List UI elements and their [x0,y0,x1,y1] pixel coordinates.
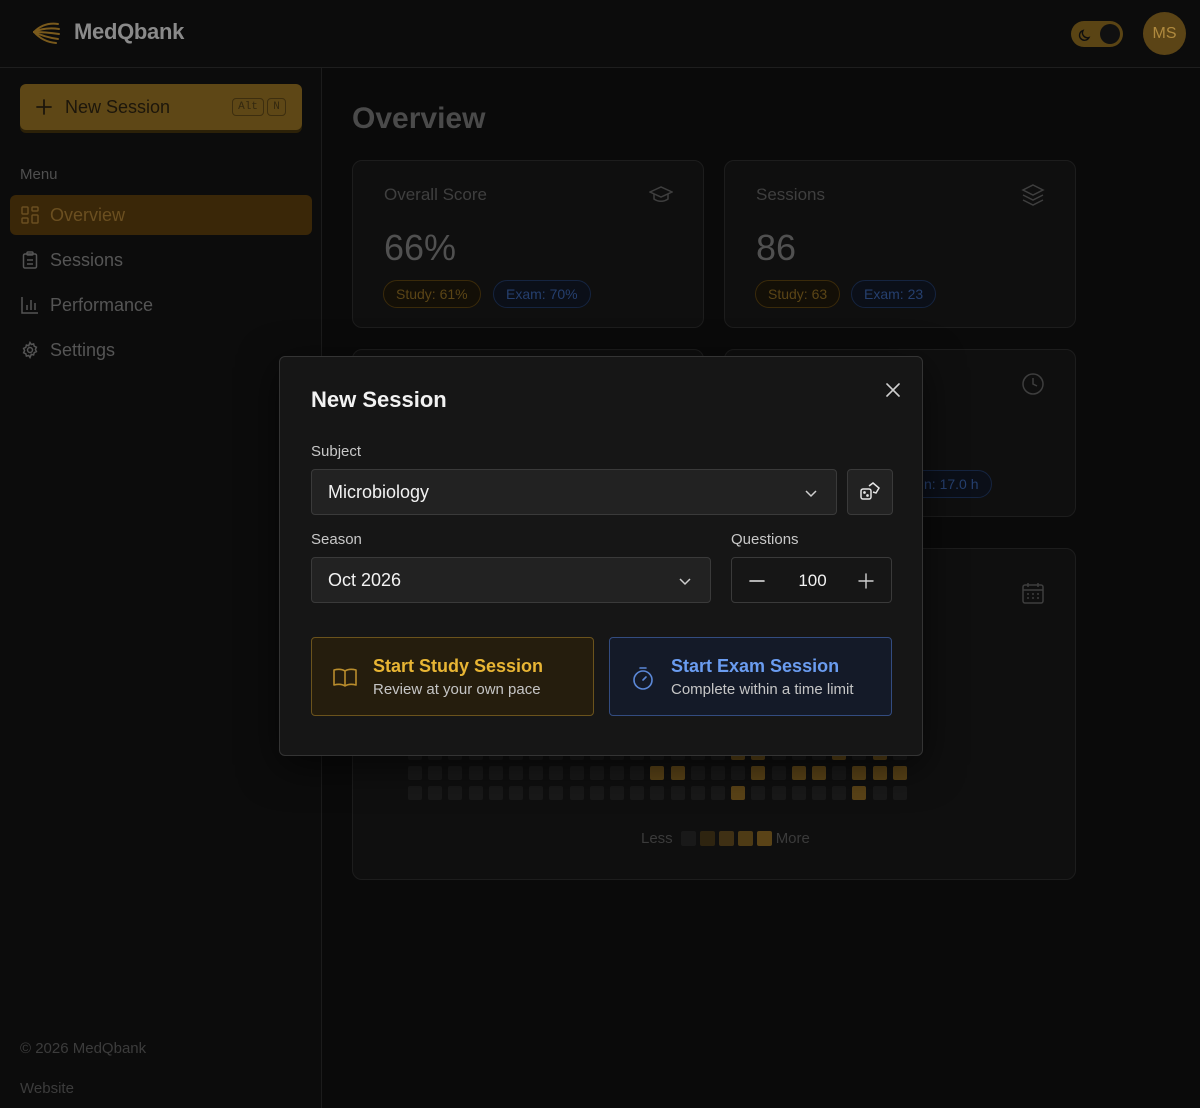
minus-icon[interactable] [749,573,765,589]
questions-value[interactable]: 100 [780,571,845,591]
modal-title: New Session [311,387,447,412]
dice-icon [860,482,880,500]
study-button-title: Start Study Session [373,656,544,676]
open-book-icon [333,668,357,687]
chevron-down-icon [805,490,817,498]
subject-label: Subject [311,443,362,460]
stopwatch-icon [633,667,653,690]
start-exam-session-button[interactable]: Start Exam Session Complete within a tim… [609,637,892,716]
random-subject-button[interactable] [847,469,893,515]
new-session-modal: New Session Subject Microbiology Season … [279,356,923,756]
plus-icon[interactable] [858,573,874,589]
chevron-down-icon [679,578,691,586]
subject-select[interactable]: Microbiology [311,469,837,515]
season-value: Oct 2026 [328,569,402,590]
close-icon[interactable] [883,380,903,400]
season-select[interactable]: Oct 2026 [311,557,711,603]
start-study-session-button[interactable]: Start Study Session Review at your own p… [311,637,594,716]
exam-button-subtitle: Complete within a time limit [671,681,854,698]
subject-value: Microbiology [328,481,430,502]
study-button-subtitle: Review at your own pace [373,681,541,698]
questions-label: Questions [731,531,799,548]
season-label: Season [311,531,362,548]
exam-button-title: Start Exam Session [671,656,840,676]
questions-stepper: 100 [731,557,892,603]
